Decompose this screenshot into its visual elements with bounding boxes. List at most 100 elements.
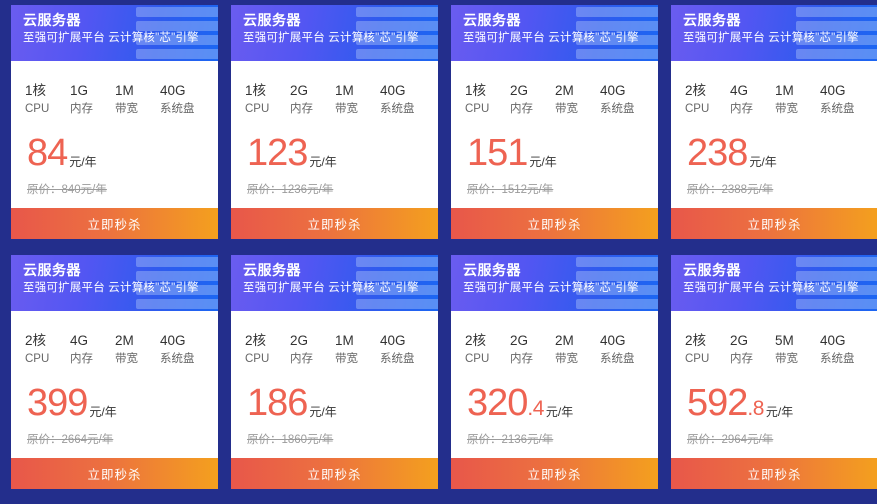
spec-bandwidth: 2M 带宽 xyxy=(555,81,599,118)
spec-list: 2核 CPU 2G 内存 2M 带宽 40G 系统盘 xyxy=(451,311,658,368)
original-price: 原价：1860元/年 xyxy=(247,434,334,446)
spec-bandwidth-label: 带宽 xyxy=(115,353,138,365)
spec-disk-label: 系统盘 xyxy=(600,103,635,115)
buy-now-button[interactable]: 立即秒杀 xyxy=(231,458,438,489)
spec-disk-value: 40G xyxy=(160,83,186,98)
spec-memory-value: 2G xyxy=(290,333,309,348)
price-block: 238 元/年 xyxy=(671,118,877,172)
product-card-1[interactable]: 云服务器 至强可扩展平台 云计算核"芯"引擎 1核 CPU 1G 内存 1M 带… xyxy=(11,5,218,239)
price-unit: 元/年 xyxy=(529,155,557,169)
spec-cpu-value: 2核 xyxy=(465,333,487,348)
card-subtitle: 至强可扩展平台 云计算核"芯"引擎 xyxy=(463,32,639,44)
card-subtitle: 至强可扩展平台 云计算核"芯"引擎 xyxy=(243,32,419,44)
price-unit: 元/年 xyxy=(545,405,574,419)
price-block: 123 元/年 xyxy=(231,118,438,172)
spec-memory-value: 2G xyxy=(730,333,749,348)
buy-now-button[interactable]: 立即秒杀 xyxy=(11,208,218,239)
spec-list: 2核 CPU 4G 内存 1M 带宽 40G 系统盘 xyxy=(671,61,877,118)
spec-cpu-value: 2核 xyxy=(25,333,47,348)
product-card-4[interactable]: 云服务器 至强可扩展平台 云计算核"芯"引擎 2核 CPU 4G 内存 1M 带… xyxy=(671,5,877,239)
spec-bandwidth: 2M 带宽 xyxy=(115,331,159,368)
card-title: 云服务器 xyxy=(243,262,301,278)
spec-cpu-value: 2核 xyxy=(685,83,707,98)
price-decimal: .8 xyxy=(747,397,764,420)
product-card-7[interactable]: 云服务器 至强可扩展平台 云计算核"芯"引擎 2核 CPU 2G 内存 2M 带… xyxy=(451,255,658,489)
product-card-grid: 云服务器 至强可扩展平台 云计算核"芯"引擎 1核 CPU 1G 内存 1M 带… xyxy=(0,0,877,489)
spec-memory-value: 4G xyxy=(730,83,749,98)
spec-disk-value: 40G xyxy=(380,83,406,98)
buy-now-button[interactable]: 立即秒杀 xyxy=(451,208,658,239)
spec-bandwidth: 2M 带宽 xyxy=(555,331,599,368)
card-title: 云服务器 xyxy=(23,262,81,278)
spec-memory-label: 内存 xyxy=(70,353,93,365)
original-price: 原价：2664元/年 xyxy=(27,434,114,446)
spec-disk-label: 系统盘 xyxy=(380,103,415,115)
original-price: 原价：2136元/年 xyxy=(467,434,554,446)
price-unit: 元/年 xyxy=(89,405,117,419)
spec-cpu-value: 1核 xyxy=(465,83,487,98)
spec-memory: 1G 内存 xyxy=(70,81,114,118)
spec-disk: 40G 系统盘 xyxy=(160,331,204,368)
product-card-5[interactable]: 云服务器 至强可扩展平台 云计算核"芯"引擎 2核 CPU 4G 内存 2M 带… xyxy=(11,255,218,489)
card-header: 云服务器 至强可扩展平台 云计算核"芯"引擎 xyxy=(231,255,438,311)
buy-now-button[interactable]: 立即秒杀 xyxy=(671,458,877,489)
spec-cpu-label: CPU xyxy=(685,103,710,115)
spec-bandwidth-label: 带宽 xyxy=(555,103,578,115)
card-header: 云服务器 至强可扩展平台 云计算核"芯"引擎 xyxy=(11,5,218,61)
price-block: 592 .8 元/年 xyxy=(671,368,877,422)
spec-bandwidth-label: 带宽 xyxy=(115,103,138,115)
buy-now-button[interactable]: 立即秒杀 xyxy=(11,458,218,489)
buy-now-button[interactable]: 立即秒杀 xyxy=(231,208,438,239)
spec-memory-label: 内存 xyxy=(730,353,753,365)
spec-memory-value: 4G xyxy=(70,333,89,348)
price-unit: 元/年 xyxy=(765,405,794,419)
price-integer: 399 xyxy=(27,382,88,424)
card-header: 云服务器 至强可扩展平台 云计算核"芯"引擎 xyxy=(451,5,658,61)
spec-bandwidth-value: 2M xyxy=(555,333,574,348)
spec-list: 2核 CPU 2G 内存 1M 带宽 40G 系统盘 xyxy=(231,311,438,368)
spec-disk-value: 40G xyxy=(820,333,846,348)
price-block: 151 元/年 xyxy=(451,118,658,172)
spec-cpu-label: CPU xyxy=(685,353,710,365)
card-header: 云服务器 至强可扩展平台 云计算核"芯"引擎 xyxy=(11,255,218,311)
spec-cpu: 2核 CPU xyxy=(685,81,729,118)
price-integer: 151 xyxy=(467,132,528,174)
original-price: 原价：1236元/年 xyxy=(247,184,334,196)
product-card-8[interactable]: 云服务器 至强可扩展平台 云计算核"芯"引擎 2核 CPU 2G 内存 5M 带… xyxy=(671,255,877,489)
spec-memory-value: 2G xyxy=(290,83,309,98)
price-unit: 元/年 xyxy=(69,155,97,169)
spec-cpu-label: CPU xyxy=(465,353,490,365)
spec-memory-label: 内存 xyxy=(510,103,533,115)
price-block: 320 .4 元/年 xyxy=(451,368,658,422)
spec-bandwidth-value: 5M xyxy=(775,333,794,348)
spec-bandwidth-label: 带宽 xyxy=(335,353,358,365)
spec-bandwidth-value: 1M xyxy=(335,333,354,348)
spec-cpu-value: 1核 xyxy=(245,83,267,98)
card-subtitle: 至强可扩展平台 云计算核"芯"引擎 xyxy=(23,282,199,294)
card-subtitle: 至强可扩展平台 云计算核"芯"引擎 xyxy=(243,282,419,294)
price-integer: 84 xyxy=(27,132,68,174)
spec-cpu: 1核 CPU xyxy=(25,81,69,118)
spec-disk: 40G 系统盘 xyxy=(600,81,644,118)
product-card-6[interactable]: 云服务器 至强可扩展平台 云计算核"芯"引擎 2核 CPU 2G 内存 1M 带… xyxy=(231,255,438,489)
card-header: 云服务器 至强可扩展平台 云计算核"芯"引擎 xyxy=(451,255,658,311)
price-unit: 元/年 xyxy=(309,405,337,419)
spec-cpu: 2核 CPU xyxy=(685,331,729,368)
card-subtitle: 至强可扩展平台 云计算核"芯"引擎 xyxy=(683,32,859,44)
card-title: 云服务器 xyxy=(463,12,521,28)
buy-now-button[interactable]: 立即秒杀 xyxy=(451,458,658,489)
spec-cpu-label: CPU xyxy=(245,103,270,115)
price-integer: 186 xyxy=(247,382,308,424)
spec-cpu-label: CPU xyxy=(25,353,50,365)
original-price: 原价：1512元/年 xyxy=(467,184,554,196)
buy-now-button[interactable]: 立即秒杀 xyxy=(671,208,877,239)
price-block: 84 元/年 xyxy=(11,118,218,172)
product-card-3[interactable]: 云服务器 至强可扩展平台 云计算核"芯"引擎 1核 CPU 2G 内存 2M 带… xyxy=(451,5,658,239)
spec-cpu: 1核 CPU xyxy=(245,81,289,118)
spec-list: 1核 CPU 2G 内存 2M 带宽 40G 系统盘 xyxy=(451,61,658,118)
product-card-2[interactable]: 云服务器 至强可扩展平台 云计算核"芯"引擎 1核 CPU 2G 内存 1M 带… xyxy=(231,5,438,239)
spec-cpu: 1核 CPU xyxy=(465,81,509,118)
card-title: 云服务器 xyxy=(243,12,301,28)
price-integer: 238 xyxy=(687,132,748,174)
spec-disk-label: 系统盘 xyxy=(380,353,415,365)
